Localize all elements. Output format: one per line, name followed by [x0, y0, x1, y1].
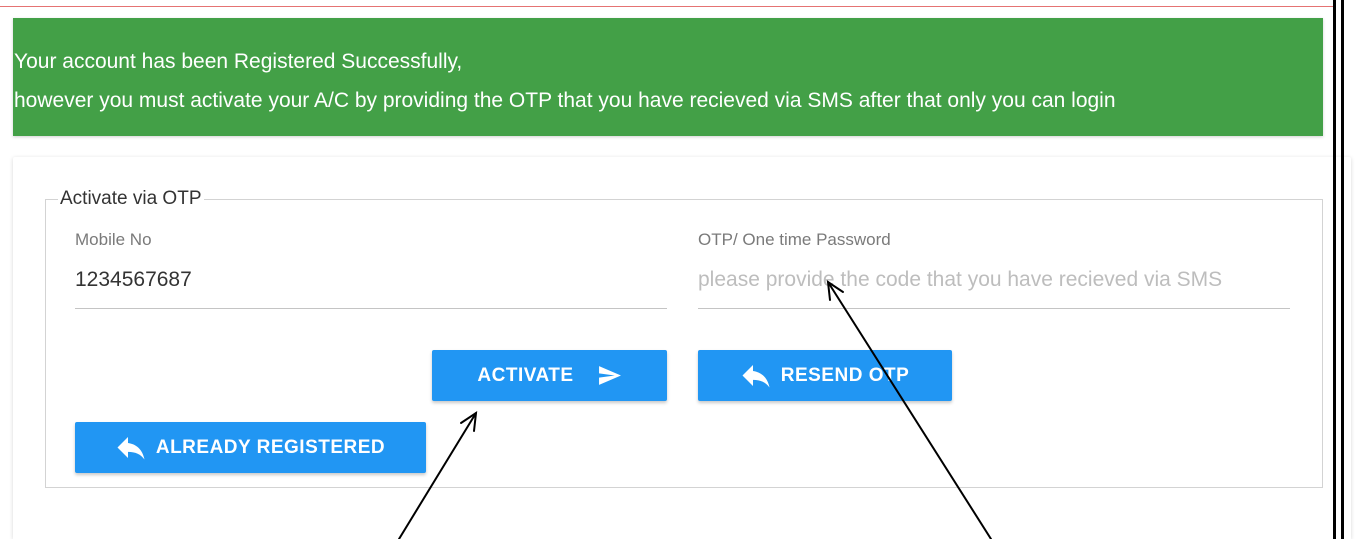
activate-button-label: ACTIVATE [477, 364, 574, 386]
send-icon [598, 365, 622, 386]
otp-label: OTP/ One time Password [698, 230, 891, 249]
resend-otp-button-label: RESEND OTP [780, 364, 910, 386]
otp-fieldset: Activate via OTP Mobile No OTP/ One time… [45, 188, 1323, 488]
alert-message-line: Your account has been Registered Success… [14, 50, 463, 73]
fieldset-legend: Activate via OTP [58, 188, 204, 210]
resend-otp-button[interactable]: RESEND OTP [698, 350, 952, 401]
frame-border-outer [1333, 0, 1336, 539]
already-registered-button-label: ALREADY REGISTERED [155, 436, 386, 458]
mobile-no-label: Mobile No [75, 230, 152, 249]
activate-button[interactable]: ACTIVATE [432, 350, 667, 401]
already-registered-button[interactable]: ALREADY REGISTERED [75, 422, 426, 473]
activation-card: Activate via OTP Mobile No OTP/ One time… [13, 157, 1351, 539]
alert-message-line: however you must activate your A/C by pr… [14, 89, 1116, 112]
header-bottom-rule [0, 6, 1333, 7]
otp-input[interactable] [698, 252, 1290, 309]
mobile-no-input[interactable] [75, 252, 667, 309]
success-alert: Your account has been Registered Success… [13, 18, 1323, 136]
reply-icon [116, 434, 146, 461]
frame-border-inner [1341, 0, 1344, 539]
reply-icon [741, 362, 771, 389]
